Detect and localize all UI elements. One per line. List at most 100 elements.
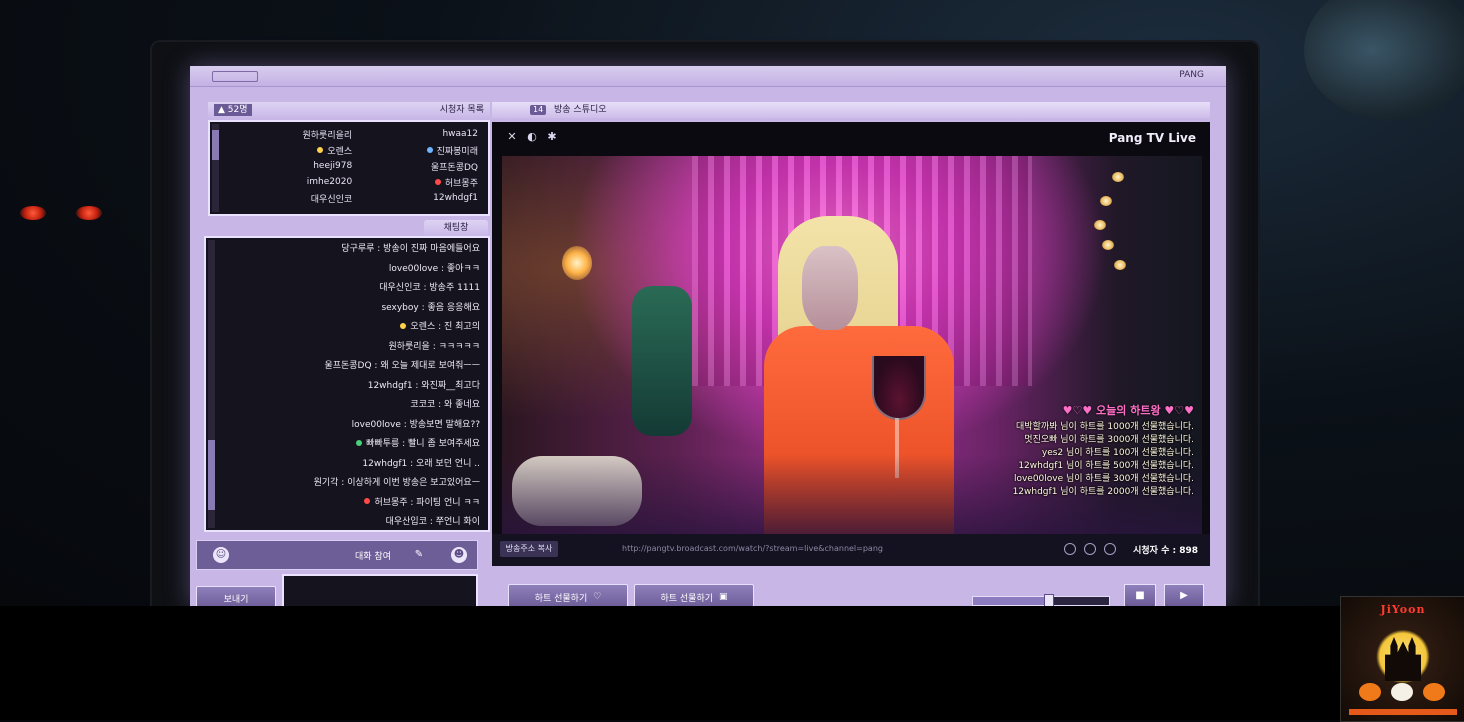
- chat-message-text: 오렌스 : 진 최고의: [410, 322, 480, 333]
- donation-row: 12whdgf1 님이 하트를 2000개 선물했습니다.: [1012, 487, 1194, 497]
- viewer-item-text: 허브몽주: [444, 178, 478, 189]
- chat-message-text: love00love : 방송보면 말해요??: [351, 419, 480, 430]
- chat-message-text: sexyboy : 좋음 응응해요: [381, 302, 480, 313]
- red-led-light: [20, 206, 46, 220]
- message-textbox[interactable]: [282, 574, 478, 606]
- chat-message: love00love : 좋아ㅋㅋ: [218, 258, 488, 278]
- chat-message-text: 12whdgf1 : 와진짜__최고다: [367, 380, 480, 391]
- viewers-column-left: hwaa12 진짜봉미래울프돈콩DQ 허브몽주 12whdgf1: [354, 126, 478, 206]
- viewer-item-text: heeji978: [313, 161, 353, 171]
- smile-icon[interactable]: ☻: [451, 547, 467, 563]
- castle-icon: [1385, 637, 1421, 681]
- viewer-item-text: 12whdgf1: [433, 193, 478, 203]
- chat-message-text: 빠빠투릉 : 빨니 좀 보여주세요: [366, 439, 480, 450]
- circle-icon[interactable]: [1084, 543, 1096, 555]
- fullscreen-icon[interactable]: ✕: [506, 131, 518, 143]
- chat-message: 대우신인코 : 방송주 1111: [218, 277, 488, 297]
- string-light: [1102, 240, 1114, 250]
- user-badge-icon: [317, 147, 324, 153]
- user-badge-icon: [356, 439, 363, 446]
- ghost-icon: [1391, 683, 1413, 701]
- channel-logo: JiYoon: [1340, 596, 1464, 722]
- viewer-item[interactable]: 진짜봉미래: [354, 142, 478, 158]
- chat-messages: 당구루루 : 방송이 진짜 마음에들어요 love00love : 좋아ㅋㅋ 대우신…: [218, 238, 488, 531]
- donation-overlay: ♥♡♥ 오늘의 하트왕 ♥♡♥ 대박할까봐 님이 하트를 1000개 선물했습니…: [944, 402, 1194, 499]
- donation-row: love00love 님이 하트를 300개 선물했습니다.: [1013, 474, 1194, 484]
- chat-message-text: 원기각 : 이상하게 이번 방송은 보고있어요ㅡ: [313, 478, 480, 489]
- copy-url-button[interactable]: 방송주소 복사: [500, 541, 558, 557]
- send-button[interactable]: 보내기: [196, 586, 276, 606]
- chat-scrollbar[interactable]: [208, 240, 215, 528]
- viewer-item[interactable]: hwaa12: [354, 126, 478, 142]
- volume-slider[interactable]: [972, 594, 1110, 606]
- viewer-item-text: 원하룻리을리: [302, 130, 353, 141]
- chat-message-text: 12whdgf1 : 오래 보던 언니 ..: [362, 458, 480, 469]
- table-lamp: [562, 246, 592, 280]
- wine-glass: [872, 356, 926, 420]
- chat-message-text: 대우신인코 : 방송주 1111: [379, 283, 480, 294]
- logo-strip: [1349, 709, 1457, 715]
- viewer-item[interactable]: heeji978: [228, 158, 352, 174]
- circle-icon[interactable]: [1104, 543, 1116, 555]
- string-light: [1094, 220, 1106, 230]
- chat-message: love00love : 방송보면 말해요??: [218, 414, 488, 434]
- room-background: PANG ▲ 52명 시청자 목록 hwaa12 진짜봉미래울프돈콩DQ 허브몽주 1…: [0, 0, 1464, 620]
- viewer-item[interactable]: 허브몽주: [354, 174, 478, 190]
- pumpkin-icon: [1359, 683, 1381, 701]
- chat-message: 당구루루 : 방송이 진짜 마음에들어요: [218, 238, 488, 258]
- viewer-item-text: hwaa12: [442, 129, 478, 139]
- chat-input-label: 대화 참여: [355, 552, 391, 562]
- window-titlebar: PANG: [190, 66, 1226, 87]
- viewer-item-text: 오렌스: [327, 146, 353, 157]
- streamer-face: [802, 246, 858, 330]
- string-light: [1112, 172, 1124, 182]
- chat-input[interactable]: ☺ 대화 참여 ✎ ☻: [196, 540, 478, 570]
- viewer-item-text: imhe2020: [306, 177, 353, 187]
- gift-heart-label: 하트 선물하기: [534, 593, 588, 604]
- studio-count-badge: 14: [530, 105, 547, 115]
- donation-row: yes2 님이 하트를 100개 선물했습니다.: [1041, 448, 1194, 458]
- viewer-item[interactable]: 울프돈콩DQ: [354, 158, 478, 174]
- window-controls[interactable]: [212, 71, 258, 82]
- chat-message: 12whdgf1 : 와진짜__최고다: [218, 375, 488, 395]
- letterbox-bar: [0, 606, 1464, 720]
- play-button[interactable]: ▶: [1164, 584, 1204, 606]
- chat-message-text: 울프돈콩DQ : 왜 오늘 제대로 보여줘ㅡㅡ: [324, 361, 480, 372]
- send-heart-button[interactable]: 하트 선물하기 ▣: [634, 584, 754, 606]
- volume-knob[interactable]: [1043, 594, 1054, 606]
- gift-heart-button[interactable]: 하트 선물하기 ♡: [508, 584, 628, 606]
- chat-message-text: 코코코 : 와 좋네요: [410, 400, 480, 411]
- gear-icon[interactable]: ✱: [546, 131, 558, 143]
- viewer-item[interactable]: 12whdgf1: [354, 190, 478, 206]
- chat-message: 12whdgf1 : 오래 보던 언니 ..: [218, 453, 488, 473]
- viewers-column-right: 원하룻리을리오렌스 heeji978 imhe2020 대우신인코: [228, 126, 353, 206]
- chat-message: 대우산입코 : 쭈언니 화이: [218, 511, 488, 531]
- stream-url: http://pangtv.broadcast.com/watch/?strea…: [622, 544, 883, 553]
- tab-chat[interactable]: 채팅창: [424, 220, 488, 236]
- monitor-screen: PANG ▲ 52명 시청자 목록 hwaa12 진짜봉미래울프돈콩DQ 허브몽주 1…: [190, 66, 1226, 606]
- chat-message: 빠빠투릉 : 빨니 좀 보여주세요: [218, 433, 488, 453]
- viewers-panel-title: 시청자 목록: [439, 105, 484, 115]
- scrollbar-thumb[interactable]: [208, 440, 215, 510]
- user-badge-icon: [434, 179, 441, 185]
- chat-message: sexyboy : 좋음 응응해요: [218, 297, 488, 317]
- viewer-item[interactable]: 오렌스: [228, 142, 352, 158]
- emoji-icon[interactable]: ☺: [213, 547, 229, 563]
- pumpkin-icon: [1423, 683, 1445, 701]
- ceiling-lamp: [1304, 0, 1464, 120]
- chat-message-text: 대우산입코 : 쭈언니 화이: [385, 517, 480, 528]
- video-player: ✕ ◐ ✱ Pang TV Live ♥♡♥ 오늘의 하트왕 ♥♡♥ 대박할까봐…: [492, 122, 1210, 566]
- paperclip-icon[interactable]: ✎: [411, 547, 427, 563]
- player-panel-header: 방송 스튜디오 14: [492, 102, 1210, 118]
- stop-button[interactable]: ■: [1124, 584, 1156, 606]
- viewer-item[interactable]: 원하룻리을리: [228, 126, 353, 142]
- live-video[interactable]: ♥♡♥ 오늘의 하트왕 ♥♡♥ 대박할까봐 님이 하트를 1000개 선물했습니…: [502, 156, 1202, 534]
- viewer-item-text: 울프돈콩DQ: [430, 162, 478, 173]
- viewer-item[interactable]: 대우신인코: [228, 190, 352, 206]
- viewer-item[interactable]: imhe2020: [228, 174, 352, 190]
- refresh-icon[interactable]: ◐: [526, 131, 538, 143]
- chat-message: 허브몽주 : 파이팅 언니 ㅋㅋ: [218, 492, 488, 512]
- viewer-item-text: 대우신인코: [310, 194, 353, 205]
- viewer-count-badge: ▲ 52명: [214, 104, 252, 116]
- circle-icon[interactable]: [1064, 543, 1076, 555]
